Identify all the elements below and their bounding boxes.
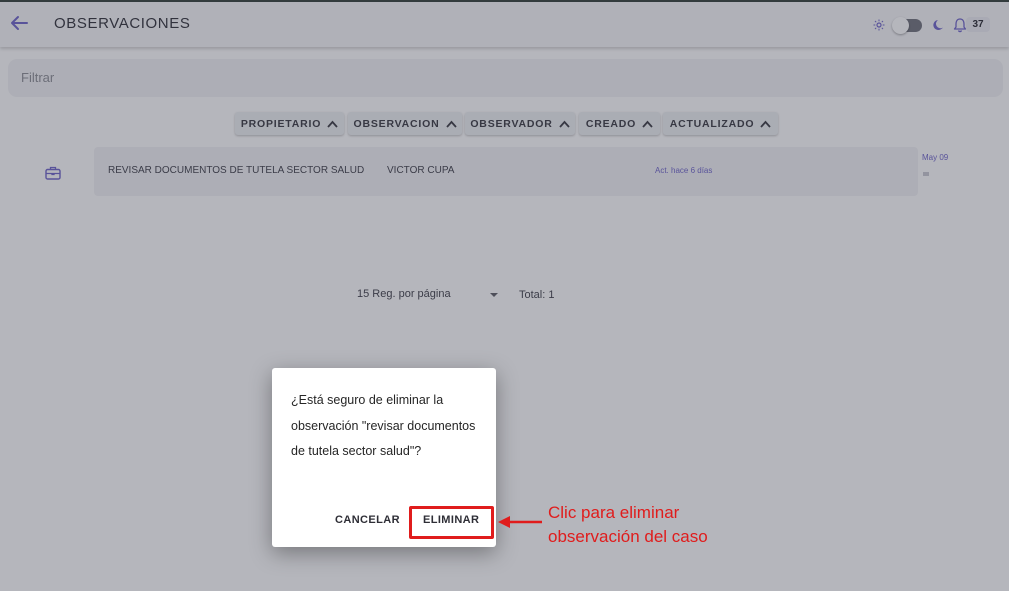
cancel-button[interactable]: CANCELAR [335,514,400,526]
annotation-text: Clic para eliminar observación del caso [548,501,708,549]
annotation-line-1: Clic para eliminar [548,503,680,522]
confirm-delete-dialog: ¿Está seguro de eliminar la observación … [272,368,496,547]
dialog-message: ¿Está seguro de eliminar la observación … [291,393,476,459]
modal-overlay[interactable] [0,0,1009,591]
annotation-arrow-icon [498,516,542,528]
delete-button[interactable]: ELIMINAR [423,514,479,526]
annotation-line-2: observación del caso [548,527,708,546]
